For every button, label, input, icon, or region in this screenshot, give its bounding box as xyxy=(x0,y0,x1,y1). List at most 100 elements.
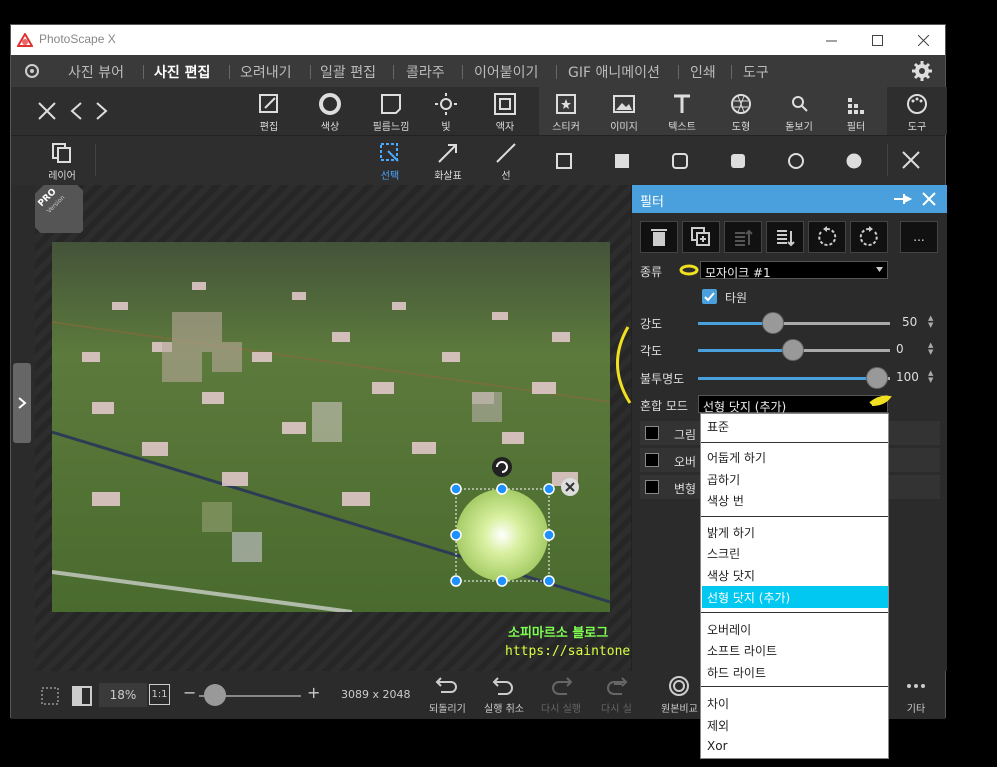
redo-button[interactable]: 다시 실행 xyxy=(541,675,581,715)
canvas-area[interactable]: PRO Version 소피마르소 블로그 https://saintone.t… xyxy=(35,185,724,671)
more-options-button[interactable]: ... xyxy=(900,221,938,253)
layer-button[interactable]: 레이어 xyxy=(35,138,89,182)
angle-spinner[interactable]: ▲ ▼ xyxy=(928,342,933,356)
overlay-checkbox[interactable] xyxy=(645,453,659,467)
arrow-tool-button[interactable]: 화살표 xyxy=(421,138,475,182)
close-panel-icon[interactable] xyxy=(922,192,936,206)
rotate-left-icon xyxy=(818,226,837,246)
menu-photo-viewer[interactable]: 사진 뷰어 xyxy=(68,62,124,82)
rectangle-outline-shape-icon[interactable] xyxy=(556,153,572,169)
next-photo-icon[interactable] xyxy=(95,101,109,121)
arrow-icon xyxy=(438,144,457,163)
rounded-rect-filled-shape-icon[interactable] xyxy=(730,153,746,169)
menu-combine[interactable]: 이어붙이기 xyxy=(474,62,538,82)
menu-print[interactable]: 인쇄 xyxy=(690,62,716,82)
tab-filter[interactable]: 필터 xyxy=(829,89,883,133)
blend-option-color-dodge[interactable]: 색상 닷지 xyxy=(707,567,755,584)
blend-option-overlay[interactable]: 오버레이 xyxy=(707,621,751,638)
strength-value[interactable]: 50 xyxy=(902,315,917,329)
home-icon[interactable] xyxy=(23,62,41,80)
maximize-button[interactable] xyxy=(854,25,900,55)
zoom-in-button[interactable]: + xyxy=(307,683,320,702)
edited-photo[interactable] xyxy=(52,242,610,612)
blend-option-multiply[interactable]: 곱하기 xyxy=(707,471,740,488)
select-tool-button[interactable]: 선택 xyxy=(363,138,417,182)
revert-button[interactable]: 되돌리기 xyxy=(429,675,466,715)
blend-option-hard-light[interactable]: 하드 라이트 xyxy=(707,664,766,681)
delete-button[interactable] xyxy=(640,221,678,253)
angle-slider-knob[interactable] xyxy=(782,339,804,361)
zoom-slider-knob[interactable] xyxy=(204,684,226,706)
send-backward-button[interactable] xyxy=(766,221,804,253)
tab-tools[interactable]: 도구 xyxy=(890,89,944,133)
tab-text[interactable]: 텍스트 xyxy=(655,89,709,133)
transform-checkbox[interactable] xyxy=(645,480,659,494)
menu-divider xyxy=(393,65,394,79)
shadow-label: 그림 xyxy=(674,428,697,442)
blend-option-color-burn[interactable]: 색상 번 xyxy=(707,492,744,509)
blend-option-screen[interactable]: 스크린 xyxy=(707,545,740,562)
ellipse-checkbox[interactable] xyxy=(702,289,717,304)
actual-size-button[interactable]: 1:1 xyxy=(149,684,170,705)
opacity-value[interactable]: 100 xyxy=(896,370,919,384)
compare-original-button[interactable]: 원본비교 xyxy=(661,675,698,715)
settings-gear-icon[interactable] xyxy=(911,60,933,82)
filter-type-select[interactable]: 모자이크 #1 xyxy=(700,261,888,280)
blend-option-difference[interactable]: 차이 xyxy=(707,695,729,712)
tab-sticker[interactable]: 스티커 xyxy=(539,89,593,133)
close-button[interactable] xyxy=(900,25,946,55)
redo-all-button[interactable]: 다시 실 xyxy=(601,675,632,715)
more-button[interactable]: 기타 xyxy=(904,675,928,715)
zoom-out-button[interactable]: − xyxy=(183,683,196,702)
blend-option-xor[interactable]: Xor xyxy=(707,739,728,753)
menu-collage[interactable]: 콜라주 xyxy=(406,62,445,82)
line-tool-button[interactable]: 선 xyxy=(479,138,533,182)
zoom-level[interactable]: 18% xyxy=(99,683,147,707)
crop-select-icon[interactable] xyxy=(39,685,61,707)
circle-outline-shape-icon[interactable] xyxy=(788,153,804,169)
pin-icon[interactable] xyxy=(892,191,914,207)
menu-tools[interactable]: 도구 xyxy=(743,62,769,82)
rectangle-filled-shape-icon[interactable] xyxy=(614,153,630,169)
menu-batch-edit[interactable]: 일괄 편집 xyxy=(320,62,376,82)
tab-magnifier[interactable]: 돋보기 xyxy=(772,89,826,133)
menu-cutout[interactable]: 오려내기 xyxy=(240,62,292,82)
tab-image[interactable]: 이미지 xyxy=(597,89,651,133)
blend-option-normal[interactable]: 표준 xyxy=(707,418,729,435)
shadow-checkbox[interactable] xyxy=(645,426,659,440)
tab-edit[interactable]: 편집 xyxy=(242,89,296,133)
duplicate-button[interactable] xyxy=(682,221,720,253)
close-subtool-icon[interactable] xyxy=(901,150,921,170)
blend-option-soft-light[interactable]: 소프트 라이트 xyxy=(707,642,777,659)
opacity-slider-knob[interactable] xyxy=(866,367,888,389)
opacity-spinner[interactable]: ▲ ▼ xyxy=(928,370,933,384)
minimize-button[interactable] xyxy=(808,25,854,55)
strength-spinner[interactable]: ▲ ▼ xyxy=(928,315,933,329)
tab-frame[interactable]: 액자 xyxy=(478,89,532,133)
rotate-right-button[interactable] xyxy=(850,221,888,253)
rotate-left-button[interactable] xyxy=(808,221,846,253)
menu-gif-animation[interactable]: GIF 애니메이션 xyxy=(568,62,660,82)
blend-option-lighten[interactable]: 밝게 하기 xyxy=(707,524,755,541)
menu-photo-edit[interactable]: 사진 편집 xyxy=(154,62,210,82)
previous-photo-icon[interactable] xyxy=(69,101,83,121)
tab-color[interactable]: 색상 xyxy=(303,89,357,133)
menu-divider xyxy=(556,65,557,79)
split-view-icon[interactable] xyxy=(71,685,93,707)
side-drawer-handle[interactable] xyxy=(13,363,31,443)
opacity-slider-fill xyxy=(698,377,876,380)
blend-option-linear-dodge[interactable]: 선형 닷지 (추가) xyxy=(707,589,790,606)
undo-button[interactable]: 실행 취소 xyxy=(484,675,524,715)
blend-mode-select[interactable]: 선형 닷지 (추가) xyxy=(698,395,888,414)
bring-forward-button[interactable] xyxy=(724,221,762,253)
tab-shape[interactable]: 도형 xyxy=(714,89,768,133)
close-file-icon[interactable] xyxy=(37,101,57,121)
blend-option-darken[interactable]: 어둡게 하기 xyxy=(707,449,766,466)
rounded-rect-outline-shape-icon[interactable] xyxy=(672,153,688,169)
blend-option-exclusion[interactable]: 제외 xyxy=(707,717,729,734)
tab-light[interactable]: 빛 xyxy=(419,89,473,133)
strength-slider-knob[interactable] xyxy=(762,312,784,334)
angle-value[interactable]: 0 xyxy=(896,342,904,356)
tab-film[interactable]: 필름느낌 xyxy=(364,89,418,133)
circle-filled-shape-icon[interactable] xyxy=(846,153,862,169)
